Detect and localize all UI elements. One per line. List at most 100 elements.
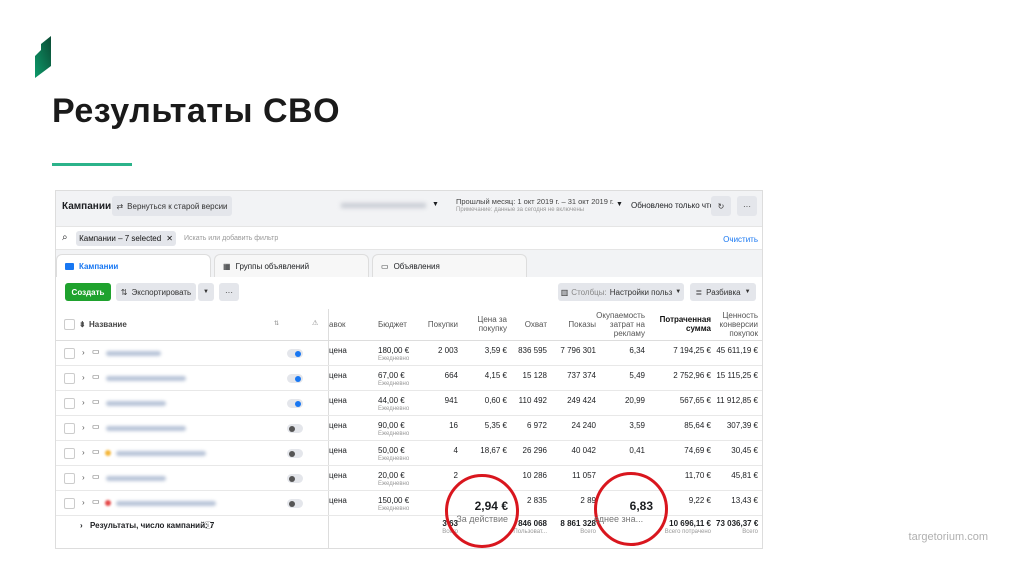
columns-prefix: Столбцы: (571, 287, 607, 297)
revert-label: Вернуться к старой версии (127, 201, 228, 211)
expand-chevron-icon[interactable]: › (82, 398, 85, 407)
filter-input[interactable]: Искать или добавить фильтр (184, 235, 278, 242)
campaign-toggle[interactable] (287, 499, 303, 508)
expand-chevron-icon[interactable]: › (82, 373, 85, 382)
columns-button[interactable]: ▥ Столбцы: Настройки польз ▼ (558, 283, 684, 301)
expand-chevron-icon[interactable]: › (82, 473, 85, 482)
budget-period: Ежедневно (378, 506, 410, 512)
refresh-icon: ↻ (717, 201, 725, 211)
chevron-down-icon[interactable]: ▼ (432, 201, 439, 208)
expand-chevron-icon[interactable]: › (82, 423, 85, 432)
row-checkbox[interactable] (64, 473, 75, 484)
campaign-toggle[interactable] (287, 399, 303, 408)
cell-impressions: 249 424 (567, 396, 596, 405)
row-checkbox[interactable] (64, 348, 75, 359)
tab-ads[interactable]: ▭ Объявления (372, 254, 527, 278)
campaign-name-blurred[interactable] (106, 426, 186, 431)
col-header-name[interactable]: Название (89, 320, 127, 329)
col-header-impressions[interactable]: Показы (551, 309, 596, 339)
filter-chip-label: Кампании – 7 selected (79, 234, 162, 243)
row-checkbox[interactable] (64, 423, 75, 434)
expand-chevron-icon[interactable]: › (82, 498, 85, 507)
cell-bid: цена (329, 396, 347, 405)
cell-roas: 5,49 (629, 371, 645, 380)
total-impressions: 8 861 328 (560, 519, 596, 528)
cell-purchases: 941 (444, 396, 458, 405)
export-button[interactable]: ⇅ Экспортировать (116, 283, 196, 301)
tab-campaigns[interactable]: Кампании (56, 254, 211, 278)
campaign-name-blurred[interactable] (116, 451, 206, 456)
tab-ad-sets[interactable]: ▦ Группы объявлений (214, 254, 369, 278)
col-header-bid[interactable]: авок (329, 309, 377, 339)
tab-label: Объявления (393, 262, 440, 271)
filter-bar: ⌕ Кампании – 7 selected ✕ Искать или доба… (56, 226, 762, 250)
col-header-value[interactable]: Ценность конверсии покупок (716, 309, 758, 339)
clear-link[interactable]: Очистить (723, 235, 758, 244)
cell-bid: цена (329, 446, 347, 455)
col-header-reach[interactable]: Охват (511, 309, 547, 339)
campaign-toggle[interactable] (287, 449, 303, 458)
close-icon[interactable]: ✕ (166, 234, 173, 243)
table-row[interactable]: › ▭ цена 90,00 € Ежедневно 16 5,35 €6 972 24 24… (56, 416, 762, 441)
folder-icon: ▭ (92, 472, 100, 481)
sort-icon[interactable]: ⇟ (79, 320, 86, 329)
revert-button[interactable]: ⇄ Вернуться к старой версии (112, 196, 232, 216)
refresh-button[interactable]: ↻ (711, 196, 731, 216)
cell-impressions: 2 89 (580, 496, 596, 505)
toggle-sort-icon[interactable]: ⇅ (274, 320, 279, 327)
row-checkbox[interactable] (64, 448, 75, 459)
cell-bid: цена (329, 346, 347, 355)
col-header-label: Ценность конверсии покупок (719, 310, 758, 338)
cell-value: 13,43 € (731, 496, 758, 505)
status-dot (105, 500, 111, 506)
totals-chevron-icon[interactable]: › (80, 521, 83, 530)
folder-icon: ▭ (92, 347, 100, 356)
table-row[interactable]: › ▭ цена 180,00 € Ежедневно 2 003 3,59 €836 59… (56, 341, 762, 366)
account-selector-blurred[interactable] (341, 203, 426, 208)
cell-purchases: 664 (444, 371, 458, 380)
row-checkbox[interactable] (64, 498, 75, 509)
col-header-roas[interactable]: Окупаемость затрат на рекламу (596, 309, 645, 339)
create-button[interactable]: Создать (65, 283, 111, 301)
campaign-name-blurred[interactable] (106, 401, 166, 406)
expand-chevron-icon[interactable]: › (82, 448, 85, 457)
cell-purchases: 16 (449, 421, 458, 430)
info-icon[interactable]: ⓘ (204, 520, 212, 531)
col-header-cpp[interactable]: Цена за покупку (466, 309, 507, 339)
total-value: 73 036,37 € (716, 519, 759, 528)
cell-impressions: 24 240 (571, 421, 596, 430)
cell-cpp: 3,59 € (484, 346, 507, 355)
table-row[interactable]: › ▭ цена 44,00 € Ежедневно 941 0,60 €110 492 24… (56, 391, 762, 416)
row-checkbox[interactable] (64, 373, 75, 384)
cell-cpp: 4,15 € (484, 371, 507, 380)
cell-spent: 567,65 € (679, 396, 711, 405)
campaign-toggle[interactable] (287, 424, 303, 433)
campaign-name-blurred[interactable] (106, 476, 166, 481)
export-dropdown-icon[interactable]: ▼ (198, 283, 214, 301)
slide-title: Результаты CBO (52, 92, 341, 130)
cell-bid: цена (329, 371, 347, 380)
date-chevron-icon[interactable]: ▼ (616, 201, 623, 208)
budget-period: Ежедневно (378, 456, 410, 462)
header-title: Кампании (62, 201, 112, 212)
row-checkbox[interactable] (64, 398, 75, 409)
table-row[interactable]: › ▭ цена 50,00 € Ежедневно 4 18,67 €26 296 40 0… (56, 441, 762, 466)
campaign-toggle[interactable] (287, 349, 303, 358)
col-header-purchases[interactable]: Покупки (411, 309, 458, 339)
breakdown-button[interactable]: ≣ Разбивка ▼ (690, 283, 756, 301)
table-row[interactable]: › ▭ цена 67,00 € Ежедневно 664 4,15 €15 128 737… (56, 366, 762, 391)
expand-chevron-icon[interactable]: › (82, 348, 85, 357)
campaign-name-blurred[interactable] (106, 376, 186, 381)
filter-chip[interactable]: Кампании – 7 selected ✕ (76, 231, 176, 246)
campaign-name-blurred[interactable] (106, 351, 161, 356)
cell-bid: цена (329, 471, 347, 480)
budget-period: Ежедневно (378, 431, 410, 437)
campaign-toggle[interactable] (287, 374, 303, 383)
toolbar-more-button[interactable]: ··· (219, 283, 239, 301)
campaign-toggle[interactable] (287, 474, 303, 483)
campaign-name-blurred[interactable] (116, 501, 216, 506)
more-button[interactable]: ··· (737, 196, 757, 216)
col-header-spent[interactable]: Потраченная сумма (651, 309, 711, 339)
select-all-checkbox[interactable] (64, 319, 75, 330)
date-range[interactable]: Прошлый месяц: 1 окт 2019 г. – 31 окт 20… (456, 197, 614, 206)
